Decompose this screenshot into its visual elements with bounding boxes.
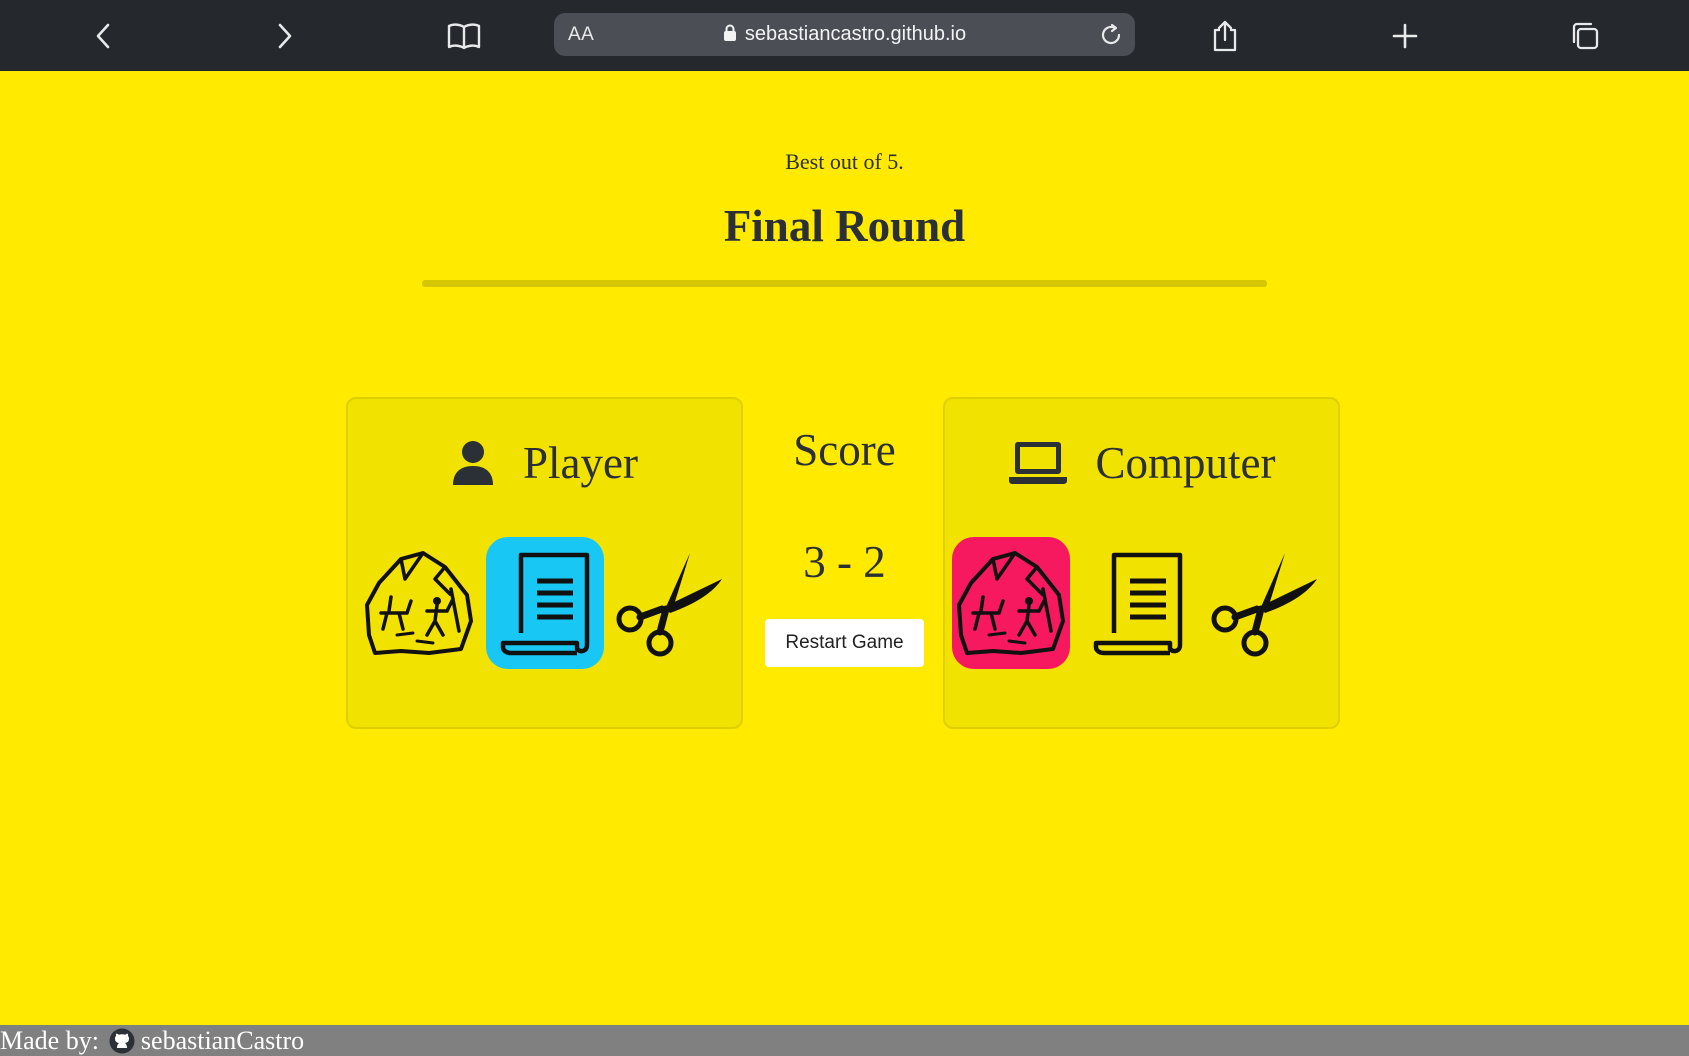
score-label: Score bbox=[793, 425, 896, 475]
scissors-icon bbox=[616, 553, 722, 657]
book-icon bbox=[447, 23, 481, 50]
back-button[interactable] bbox=[82, 14, 126, 58]
github-icon bbox=[109, 1028, 135, 1054]
share-button[interactable] bbox=[1203, 14, 1247, 58]
share-icon bbox=[1213, 20, 1237, 52]
chevron-right-icon bbox=[278, 23, 292, 49]
tabs-button[interactable] bbox=[1563, 14, 1607, 58]
author-link[interactable]: sebastianCastro bbox=[141, 1025, 304, 1056]
plus-icon bbox=[1392, 23, 1418, 49]
player-paper-button[interactable] bbox=[485, 537, 604, 669]
computer-label: Computer bbox=[1095, 438, 1276, 488]
header-divider bbox=[422, 280, 1267, 287]
browser-toolbar: AA sebastiancastro.github.io bbox=[0, 0, 1689, 71]
user-icon bbox=[453, 441, 494, 485]
player-rock-button[interactable] bbox=[360, 537, 478, 669]
round-title: Final Round bbox=[723, 201, 966, 251]
address-bar[interactable]: AA sebastiancastro.github.io bbox=[554, 13, 1135, 56]
reload-icon bbox=[1101, 23, 1121, 45]
restart-game-button[interactable]: Restart Game bbox=[765, 619, 924, 667]
bookmarks-button[interactable] bbox=[442, 14, 486, 58]
reload-button[interactable] bbox=[1097, 21, 1125, 49]
laptop-icon bbox=[1008, 442, 1067, 484]
computer-panel: Computer bbox=[943, 397, 1340, 729]
url-text: sebastiancastro.github.io bbox=[744, 23, 967, 45]
paper-icon bbox=[500, 552, 589, 656]
computer-scissors-button[interactable] bbox=[1206, 537, 1324, 669]
player-choices bbox=[360, 537, 729, 669]
tabs-icon bbox=[1572, 22, 1599, 50]
paper-icon bbox=[1093, 552, 1183, 656]
computer-choices bbox=[952, 537, 1324, 669]
lock-icon bbox=[723, 24, 736, 41]
score-value: 3 - 2 bbox=[803, 537, 886, 587]
game-subtitle: Best out of 5. bbox=[785, 149, 904, 174]
rock-icon bbox=[365, 551, 473, 655]
footer: Made by: sebastianCastro bbox=[0, 1025, 1689, 1056]
player-panel: Player bbox=[346, 397, 743, 729]
computer-rock-button[interactable] bbox=[952, 537, 1070, 669]
new-tab-button[interactable] bbox=[1383, 14, 1427, 58]
scissors-icon bbox=[1211, 553, 1317, 657]
player-scissors-button[interactable] bbox=[611, 537, 729, 669]
made-by-label: Made by: bbox=[0, 1026, 99, 1055]
computer-paper-button[interactable] bbox=[1079, 537, 1197, 669]
chevron-left-icon bbox=[96, 23, 110, 49]
forward-button[interactable] bbox=[262, 14, 306, 58]
rock-icon bbox=[957, 551, 1065, 655]
player-label: Player bbox=[523, 438, 638, 488]
